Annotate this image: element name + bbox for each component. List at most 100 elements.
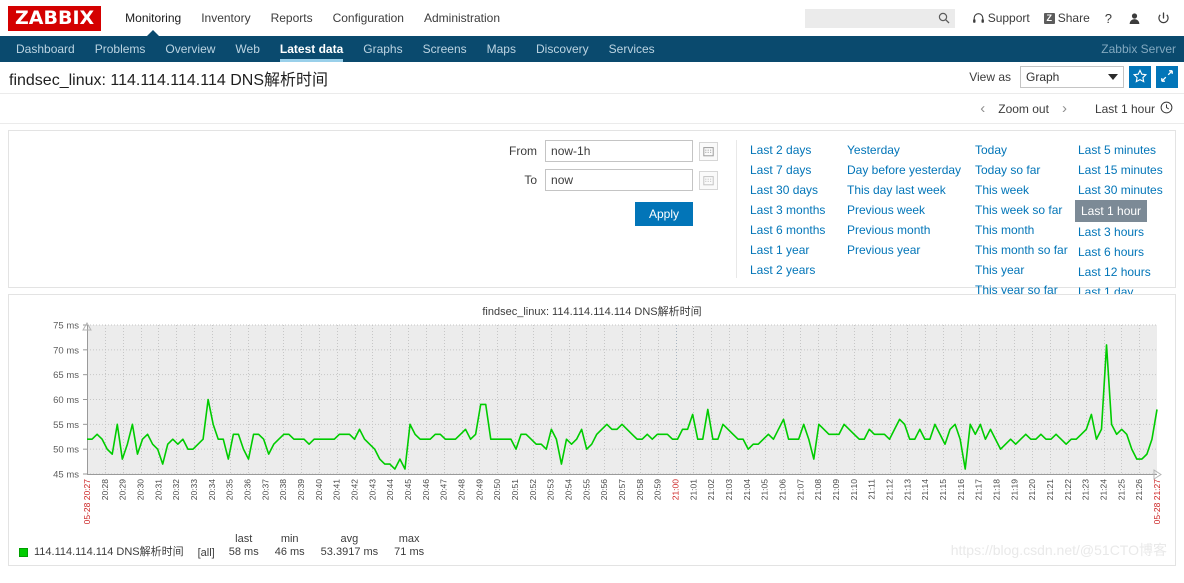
sign-out-icon[interactable] — [1149, 11, 1178, 25]
secondary-nav-bar: Dashboard Problems Overview Web Latest d… — [0, 36, 1184, 62]
watermark-text: https://blog.csdn.net/@51CTO博客 — [950, 542, 1167, 558]
menu-item-monitoring[interactable]: Monitoring — [115, 0, 191, 36]
stat-value: 53.3917 ms — [320, 546, 379, 558]
menu-item-reports[interactable]: Reports — [261, 0, 323, 36]
share-link[interactable]: Z Share — [1037, 11, 1097, 25]
range-item[interactable]: Today so far — [972, 160, 1043, 180]
support-link[interactable]: Support — [965, 11, 1037, 25]
svg-text:20:28: 20:28 — [100, 479, 110, 501]
svg-text:21:26: 21:26 — [1134, 479, 1144, 501]
range-item[interactable]: This year — [972, 260, 1027, 280]
range-item-selected[interactable]: Last 1 hour — [1075, 200, 1148, 222]
from-label: From — [509, 144, 538, 158]
svg-text:20:32: 20:32 — [171, 479, 181, 501]
server-name-label: Zabbix Server — [1101, 42, 1176, 56]
to-label: To — [524, 173, 538, 187]
legend-scope: [all] — [197, 547, 215, 559]
top-header-bar: ZABBIX Monitoring Inventory Reports Conf… — [0, 0, 1184, 36]
subnav-item-dashboard[interactable]: Dashboard — [6, 36, 85, 62]
menu-item-administration[interactable]: Administration — [414, 0, 510, 36]
svg-text:21:21: 21:21 — [1045, 479, 1055, 501]
search-icon — [938, 12, 950, 27]
apply-button[interactable]: Apply — [634, 202, 694, 226]
range-item[interactable]: Last 3 months — [747, 200, 828, 220]
range-item[interactable]: Last 6 months — [747, 220, 828, 240]
menu-item-configuration[interactable]: Configuration — [323, 0, 414, 36]
range-item[interactable]: Previous week — [844, 200, 928, 220]
svg-text:20:47: 20:47 — [439, 479, 449, 501]
subnav-item-screens[interactable]: Screens — [413, 36, 477, 62]
range-item[interactable]: Day before yesterday — [844, 160, 964, 180]
subnav-item-services[interactable]: Services — [599, 36, 665, 62]
svg-text:21:01: 21:01 — [688, 479, 698, 501]
subnav-item-discovery[interactable]: Discovery — [526, 36, 599, 62]
svg-text:21:24: 21:24 — [1099, 479, 1109, 501]
to-input[interactable] — [545, 169, 694, 191]
legend-stat-min: min 46 ms — [275, 533, 305, 559]
time-range-tab[interactable]: Last 1 hour — [1092, 101, 1176, 117]
svg-text:20:29: 20:29 — [118, 479, 128, 501]
global-search[interactable] — [804, 8, 955, 28]
svg-text:21:15: 21:15 — [938, 479, 948, 501]
menu-item-inventory[interactable]: Inventory — [191, 0, 260, 36]
to-calendar-icon[interactable] — [699, 170, 719, 190]
svg-text:21:11: 21:11 — [867, 479, 877, 500]
svg-text:21:08: 21:08 — [813, 479, 823, 501]
page-title-controls: View as Graph — [969, 66, 1178, 88]
range-item[interactable]: Yesterday — [844, 140, 903, 160]
from-input[interactable] — [545, 140, 694, 162]
range-item[interactable]: Today — [972, 140, 1010, 160]
add-to-favorites-button[interactable] — [1129, 66, 1151, 88]
range-item[interactable]: Last 15 minutes — [1075, 160, 1166, 180]
dns-response-time-chart[interactable]: 45 ms 50 ms 55 ms 60 ms 65 ms 70 ms 75 ms 20:28… — [9, 319, 1175, 534]
range-item[interactable]: Last 3 hours — [1075, 222, 1147, 242]
zoom-out-button[interactable]: Zoom out — [996, 102, 1051, 116]
subnav-item-graphs[interactable]: Graphs — [353, 36, 412, 62]
range-item[interactable]: Last 7 days — [747, 160, 814, 180]
range-item[interactable]: This week — [972, 180, 1032, 200]
zabbix-share-badge-icon: Z — [1043, 12, 1055, 24]
subnav-item-problems[interactable]: Problems — [85, 36, 156, 62]
range-item[interactable]: Previous year — [844, 240, 923, 260]
range-item[interactable]: Previous month — [844, 220, 933, 240]
time-prev-button[interactable]: ‹ — [969, 94, 996, 124]
range-item[interactable]: Last 30 days — [747, 180, 821, 200]
svg-text:21:20: 21:20 — [1027, 479, 1037, 501]
range-item[interactable]: Last 12 hours — [1075, 262, 1154, 282]
legend-stat-last: last 58 ms — [229, 533, 259, 559]
user-profile-icon[interactable] — [1120, 12, 1149, 25]
graph-legend: 114.114.114.114 DNS解析时间 [all] last 58 ms… — [19, 533, 440, 559]
range-item[interactable]: This week so far — [972, 200, 1065, 220]
to-field-row: To — [491, 169, 719, 191]
stat-value: 58 ms — [228, 546, 259, 558]
subnav-item-latest-data[interactable]: Latest data — [270, 36, 353, 62]
svg-text:21:10: 21:10 — [849, 479, 859, 501]
range-item[interactable]: Last 1 year — [747, 240, 812, 260]
range-item[interactable]: This month so far — [972, 240, 1071, 260]
range-item[interactable]: Last 2 days — [747, 140, 814, 160]
chevron-down-icon — [1108, 74, 1118, 80]
search-input[interactable] — [804, 9, 933, 27]
view-as-select[interactable]: Graph — [1020, 66, 1124, 88]
range-item[interactable]: This day last week — [844, 180, 949, 200]
range-item[interactable]: This month — [972, 220, 1037, 240]
svg-text:21:25: 21:25 — [1116, 479, 1126, 501]
fullscreen-button[interactable] — [1156, 66, 1178, 88]
subnav-item-maps[interactable]: Maps — [477, 36, 526, 62]
subnav-item-web[interactable]: Web — [225, 36, 269, 62]
range-item[interactable]: Last 5 minutes — [1075, 140, 1159, 160]
subnav-item-overview[interactable]: Overview — [155, 36, 225, 62]
support-label: Support — [987, 11, 1030, 25]
svg-text:55 ms: 55 ms — [53, 420, 79, 431]
range-item[interactable]: Last 30 minutes — [1075, 180, 1166, 200]
time-next-button[interactable]: › — [1051, 94, 1078, 124]
svg-text:20:31: 20:31 — [153, 479, 163, 501]
time-range-label: Last 1 hour — [1094, 101, 1155, 116]
help-icon[interactable]: ? — [1097, 11, 1120, 26]
range-item[interactable]: Last 6 hours — [1075, 242, 1147, 262]
from-calendar-icon[interactable] — [699, 141, 719, 161]
svg-text:21:23: 21:23 — [1081, 479, 1091, 501]
range-item[interactable]: Last 2 years — [747, 260, 818, 280]
svg-text:20:44: 20:44 — [385, 479, 395, 501]
svg-text:20:43: 20:43 — [367, 479, 377, 501]
